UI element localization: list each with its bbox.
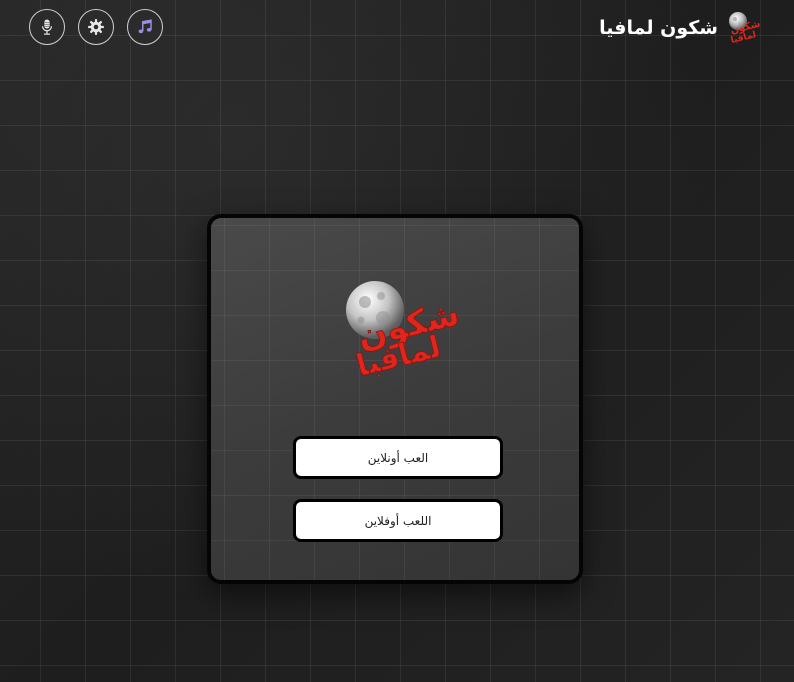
moon-logo-icon: شكون لمافيا [339, 276, 465, 385]
play-online-button[interactable]: العب أونلاين [293, 436, 503, 479]
top-bar: شكون لمافيا شكون لمافيا [0, 0, 794, 56]
settings-button[interactable] [78, 9, 114, 45]
play-offline-button[interactable]: اللعب أوفلاين [293, 499, 503, 542]
music-button[interactable] [127, 9, 163, 45]
microphone-icon [41, 19, 53, 35]
brand[interactable]: شكون لمافيا شكون لمافيا [599, 10, 762, 46]
main-menu-card: شكون لمافيا العب أونلاين اللعب أوفلاين [207, 214, 583, 584]
gear-icon [88, 19, 104, 35]
music-note-icon [138, 19, 152, 34]
microphone-button[interactable] [29, 9, 65, 45]
app-title: شكون لمافيا [599, 17, 718, 39]
moon-logo-icon: شكون لمافيا [726, 10, 762, 46]
